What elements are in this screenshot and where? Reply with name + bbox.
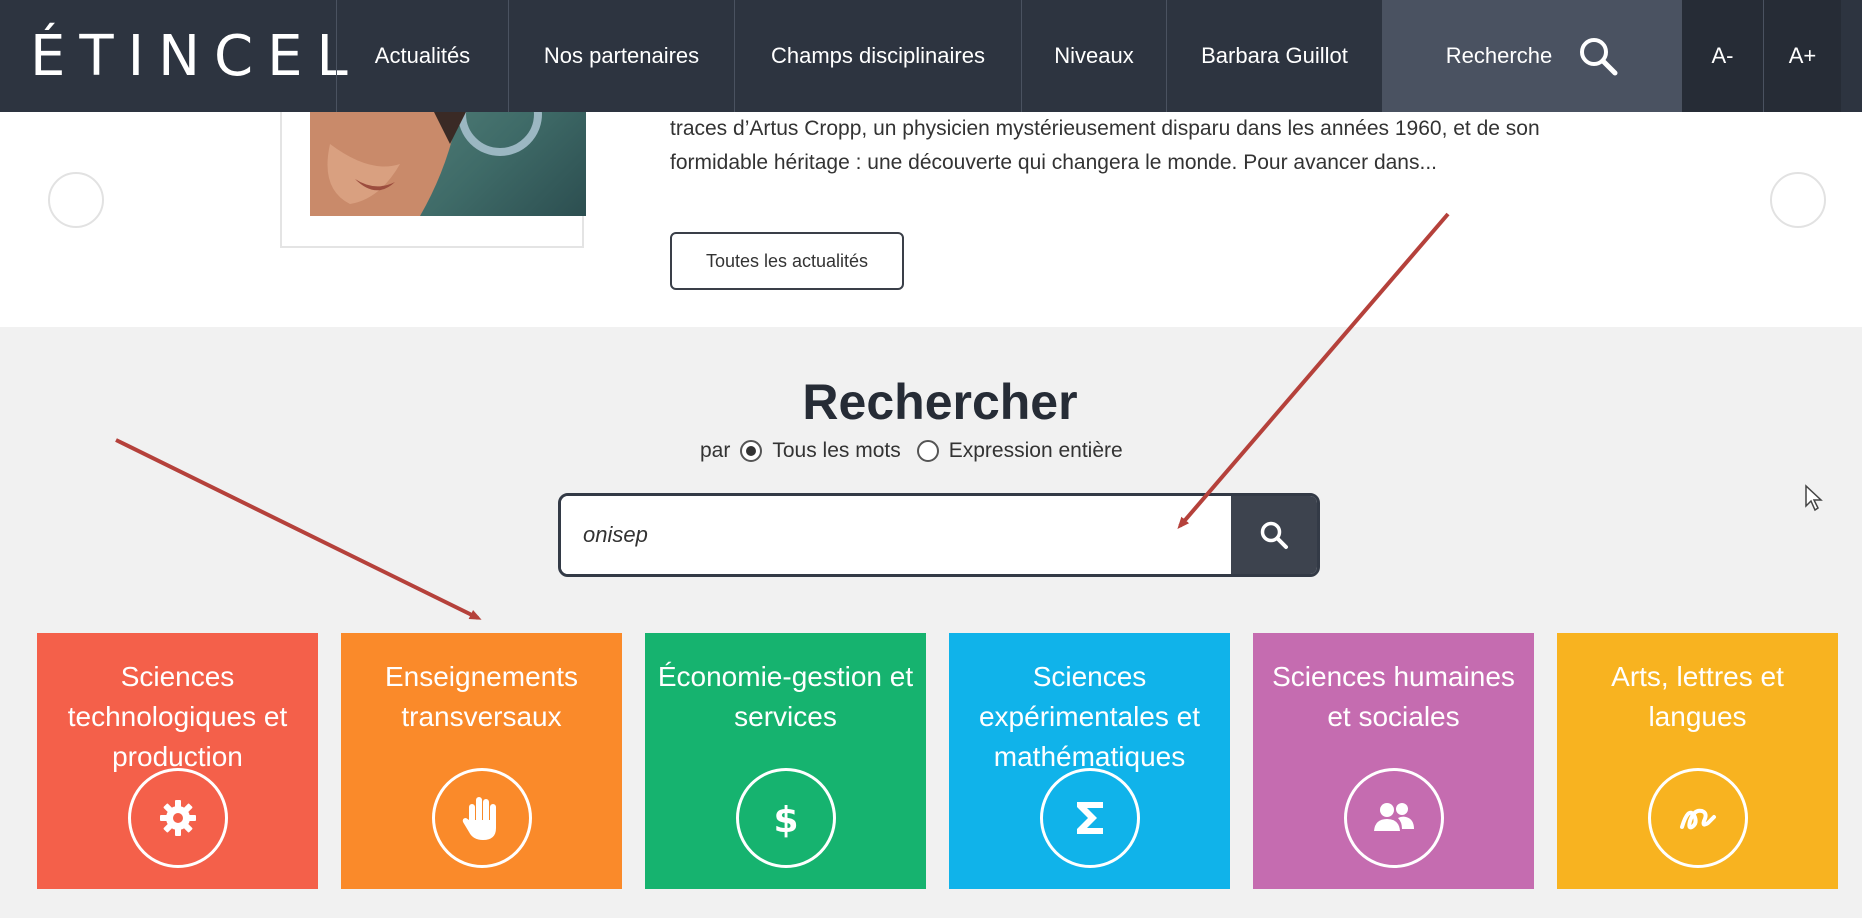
- gear-icon: [127, 768, 228, 868]
- carousel-next-button[interactable]: [1770, 172, 1826, 228]
- font-increase-button[interactable]: A+: [1763, 0, 1841, 112]
- radio-all-words[interactable]: [740, 440, 763, 462]
- tile-sciences-humaines[interactable]: Sciences humaines et sociales: [1253, 633, 1534, 889]
- news-carousel: traces d’Artus Cropp, un physicien mysté…: [0, 102, 1862, 327]
- tile-label: Sciences humaines et sociales: [1272, 661, 1515, 732]
- nav-item-niveaux[interactable]: Niveaux: [1021, 0, 1166, 112]
- all-news-button[interactable]: Toutes les actualités: [670, 232, 904, 290]
- carousel-prev-button[interactable]: [48, 172, 104, 228]
- nav-item-champs-disciplinaires[interactable]: Champs disciplinaires: [734, 0, 1021, 112]
- search-icon: [1260, 521, 1288, 549]
- search-section: Rechercher par Tous les mots Expression …: [0, 327, 1862, 918]
- nav-item-actualites[interactable]: Actualités: [336, 0, 508, 112]
- search-box: [558, 493, 1320, 577]
- font-decrease-button[interactable]: A-: [1681, 0, 1763, 112]
- hand-icon: [431, 768, 532, 868]
- tile-label: Enseignements transversaux: [384, 661, 578, 732]
- people-icon: [1343, 768, 1444, 868]
- search-title: Rechercher: [802, 374, 1078, 430]
- tile-enseignements-transversaux[interactable]: Enseignements transversaux: [341, 633, 622, 889]
- svg-text:$: $: [773, 800, 798, 840]
- search-submit-button[interactable]: [1231, 496, 1317, 574]
- top-navigation: ÉTINCEL Actualités Nos partenaires Champ…: [0, 0, 1862, 112]
- nav-item-user[interactable]: Barbara Guillot: [1166, 0, 1382, 112]
- tile-label: Sciences expérimentales et mathématiques: [978, 661, 1200, 772]
- tile-sciences-technologiques[interactable]: Sciences technologiques et production: [37, 633, 318, 889]
- tile-arts-lettres-langues[interactable]: Arts, lettres et langues: [1557, 633, 1838, 889]
- radio-all-words-label: Tous les mots: [772, 439, 901, 462]
- news-illustration: [310, 104, 586, 216]
- search-input[interactable]: [561, 496, 1231, 574]
- search-mode-prefix: par: [700, 439, 731, 462]
- dollar-icon: $: [735, 768, 836, 868]
- search-mode-options: par Tous les mots Expression entière: [700, 439, 1123, 463]
- nav-search-label: Recherche: [1445, 43, 1553, 68]
- tile-label: Sciences technologiques et production: [67, 661, 288, 772]
- squiggle-icon: [1647, 768, 1748, 868]
- radio-exact-expression[interactable]: [916, 440, 939, 462]
- site-logo[interactable]: ÉTINCEL: [0, 0, 348, 112]
- search-icon: [1580, 38, 1618, 76]
- tile-label: Arts, lettres et langues: [1611, 661, 1784, 732]
- tile-sciences-experimentales[interactable]: Sciences expérimentales et mathématiques: [949, 633, 1230, 889]
- radio-exact-expression-label: Expression entière: [948, 439, 1123, 462]
- tile-economie-gestion[interactable]: Économie-gestion et services $: [645, 633, 926, 889]
- news-image-card[interactable]: [280, 102, 586, 248]
- sigma-icon: [1039, 768, 1140, 868]
- news-excerpt: traces d’Artus Cropp, un physicien mysté…: [670, 117, 1540, 174]
- nav-item-partenaires[interactable]: Nos partenaires: [508, 0, 734, 112]
- tile-label: Économie-gestion et services: [657, 661, 914, 732]
- mouse-cursor-icon: [1805, 484, 1823, 512]
- nav-search-button[interactable]: Recherche: [1382, 0, 1681, 112]
